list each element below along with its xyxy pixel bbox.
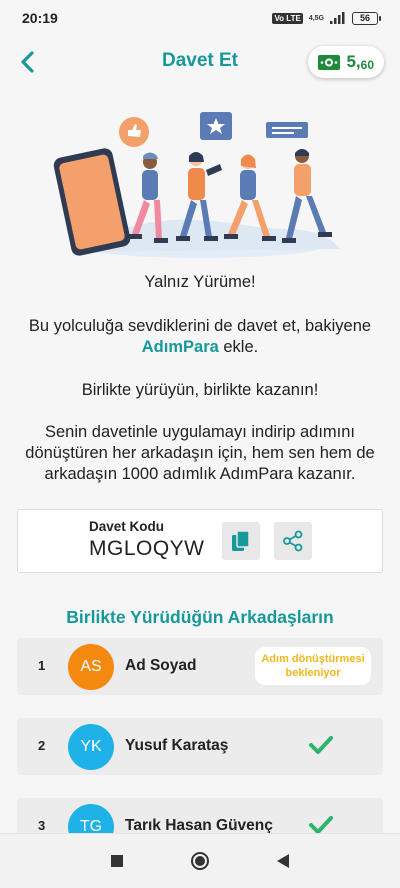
navigation-bar <box>0 833 400 888</box>
friend-row[interactable]: 2 YK Yusuf Karataş <box>17 718 383 775</box>
invite-code-value[interactable]: MGLOQYW <box>89 537 205 561</box>
copy-button[interactable] <box>222 522 260 560</box>
star-bubble-icon <box>200 112 232 140</box>
copy-icon <box>232 530 250 551</box>
intro-heading: Yalnız Yürüme! <box>144 273 256 291</box>
home-button[interactable] <box>189 850 211 872</box>
wallet-amount: 5,60 <box>346 52 374 72</box>
intro-invite-post: ekle. <box>218 338 259 356</box>
phone-illustration <box>53 148 131 256</box>
avatar: YK <box>68 724 114 770</box>
money-icon <box>318 54 341 70</box>
wallet-balance[interactable]: 5,60 <box>308 46 384 78</box>
pending-status-badge: Adım dönüştürmesi bekleniyor <box>255 647 371 685</box>
friends-title: Birlikte Yürüdüğün Arkadaşların <box>66 607 334 627</box>
header: Davet Et 5,60 <box>0 40 400 84</box>
status-bar: 20:19 Vo LTE 4,5G 56 <box>0 0 400 36</box>
network-label: 4,5G <box>308 14 324 22</box>
wallet-decimals: 60 <box>360 58 374 72</box>
share-icon <box>283 530 303 552</box>
wallet-integer: 5, <box>346 52 361 71</box>
triangle-back-icon <box>277 854 289 868</box>
volte-icon: Vo LTE <box>272 12 303 24</box>
person-4 <box>282 149 332 243</box>
invite-code-box: Davet Kodu MGLOQYW <box>17 509 383 573</box>
circle-icon <box>191 852 209 870</box>
status-icons: Vo LTE 4,5G 56 <box>272 11 381 25</box>
chat-bubble-icon <box>266 122 308 138</box>
check-icon <box>309 736 333 754</box>
invite-code-label: Davet Kodu <box>89 519 165 534</box>
intro-reward: Senin davetinle uygulamayı indirip adımı… <box>25 423 375 483</box>
friend-name: Yusuf Karataş <box>125 737 229 754</box>
friend-rank: 3 <box>38 818 46 833</box>
friend-row[interactable]: 1 AS Ad Soyad Adım dönüştürmesi bekleniy… <box>17 638 383 695</box>
system-back-button[interactable] <box>272 850 294 872</box>
friend-rank: 1 <box>38 658 46 673</box>
brand-name: AdımPara <box>141 338 219 356</box>
intro-together: Birlikte yürüyün, birlikte kazanın! <box>81 381 319 399</box>
friend-name: Ad Soyad <box>125 657 197 674</box>
intro-invite-pre: Bu yolculuğa sevdiklerini de davet et, b… <box>28 317 372 335</box>
like-bubble-icon <box>119 117 149 147</box>
signal-icon <box>330 12 345 24</box>
clock: 20:19 <box>22 10 58 26</box>
recents-button[interactable] <box>106 850 128 872</box>
square-icon <box>111 855 123 867</box>
battery-icon: 56 <box>352 11 381 25</box>
walking-people-illustration <box>53 112 340 258</box>
share-button[interactable] <box>274 522 312 560</box>
avatar: AS <box>68 644 114 690</box>
intro-invite: Bu yolculuğa sevdiklerini de davet et, b… <box>10 316 390 358</box>
friend-rank: 2 <box>38 738 46 753</box>
